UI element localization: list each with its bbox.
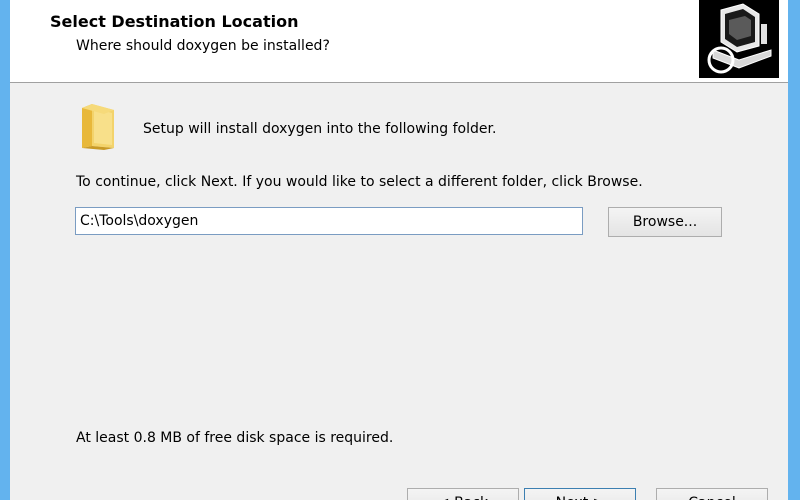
browse-button[interactable]: Browse... xyxy=(608,207,722,237)
window-frame-right xyxy=(788,0,800,500)
next-button[interactable]: Next > xyxy=(524,488,636,500)
wizard-button-row: < Back Next > Cancel xyxy=(10,484,788,500)
wizard-header: Select Destination Location Where should… xyxy=(10,0,788,83)
computer-install-icon xyxy=(699,0,779,78)
wizard-body: Setup will install doxygen into the foll… xyxy=(10,83,788,500)
disk-space-text: At least 0.8 MB of free disk space is re… xyxy=(76,430,394,446)
destination-path-input[interactable] xyxy=(75,207,583,235)
page-subtitle: Where should doxygen be installed? xyxy=(76,38,330,54)
page-title: Select Destination Location xyxy=(50,12,299,31)
folder-icon xyxy=(78,102,120,150)
back-button[interactable]: < Back xyxy=(407,488,519,500)
window-frame-left xyxy=(0,0,10,500)
instructions-text: To continue, click Next. If you would li… xyxy=(76,174,643,190)
install-location-text: Setup will install doxygen into the foll… xyxy=(143,121,497,137)
cancel-button[interactable]: Cancel xyxy=(656,488,768,500)
